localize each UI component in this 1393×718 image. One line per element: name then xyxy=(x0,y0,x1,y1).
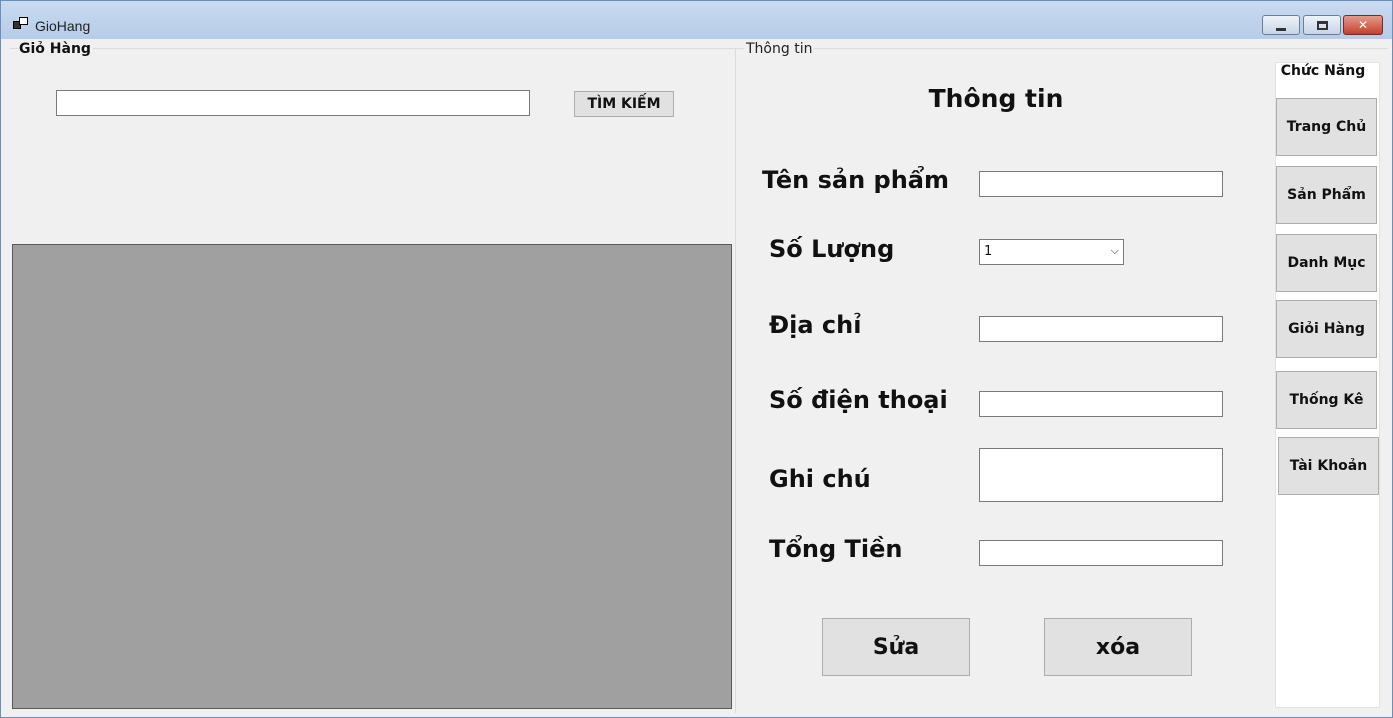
nav-products-button[interactable]: Sản Phẩm xyxy=(1276,166,1377,224)
edit-button[interactable]: Sửa xyxy=(822,618,970,676)
address-label: Địa chỉ xyxy=(769,311,862,339)
note-field[interactable] xyxy=(979,448,1223,502)
chevron-down-icon: ⌵ xyxy=(1110,244,1119,257)
minimize-icon xyxy=(1276,27,1286,31)
function-panel-title: Chức Năng xyxy=(1280,63,1366,79)
cart-group-legend: Giỏ Hàng xyxy=(19,41,93,57)
total-label: Tổng Tiền xyxy=(769,535,903,563)
delete-button[interactable]: xóa xyxy=(1044,618,1192,676)
phone-label: Số điện thoại xyxy=(769,386,948,414)
info-heading: Thông tin xyxy=(928,84,1064,113)
maximize-button[interactable] xyxy=(1303,15,1341,35)
maximize-icon xyxy=(1316,20,1328,30)
product-name-label: Tên sản phẩm xyxy=(762,166,949,194)
minimize-button[interactable] xyxy=(1262,15,1300,35)
nav-statistics-button[interactable]: Thống Kê xyxy=(1276,371,1377,429)
info-group-legend: Thông tin xyxy=(744,41,815,57)
close-button[interactable]: ✕ xyxy=(1343,15,1383,35)
app-icon xyxy=(13,17,29,31)
nav-home-button[interactable]: Trang Chủ xyxy=(1276,98,1377,156)
quantity-select-value: 1 xyxy=(984,244,993,259)
quantity-select[interactable]: 1 ⌵ xyxy=(979,239,1124,265)
product-name-field[interactable] xyxy=(979,171,1223,197)
window-title: GioHang xyxy=(35,18,91,34)
nav-cart-button[interactable]: Giỏi Hàng xyxy=(1276,300,1377,358)
cart-data-grid[interactable] xyxy=(12,244,732,709)
quantity-label: Số Lượng xyxy=(769,235,895,263)
phone-field[interactable] xyxy=(979,391,1223,417)
search-button[interactable]: TÌM KIẾM xyxy=(574,91,674,117)
total-field[interactable] xyxy=(979,540,1223,566)
title-bar[interactable]: GioHang ✕ xyxy=(1,1,1392,39)
nav-categories-button[interactable]: Danh Mục xyxy=(1276,234,1377,292)
nav-account-button[interactable]: Tài Khoản xyxy=(1278,437,1379,495)
address-field[interactable] xyxy=(979,316,1223,342)
note-label: Ghi chú xyxy=(769,465,871,493)
close-icon: ✕ xyxy=(1357,18,1369,32)
search-input[interactable] xyxy=(56,90,530,116)
